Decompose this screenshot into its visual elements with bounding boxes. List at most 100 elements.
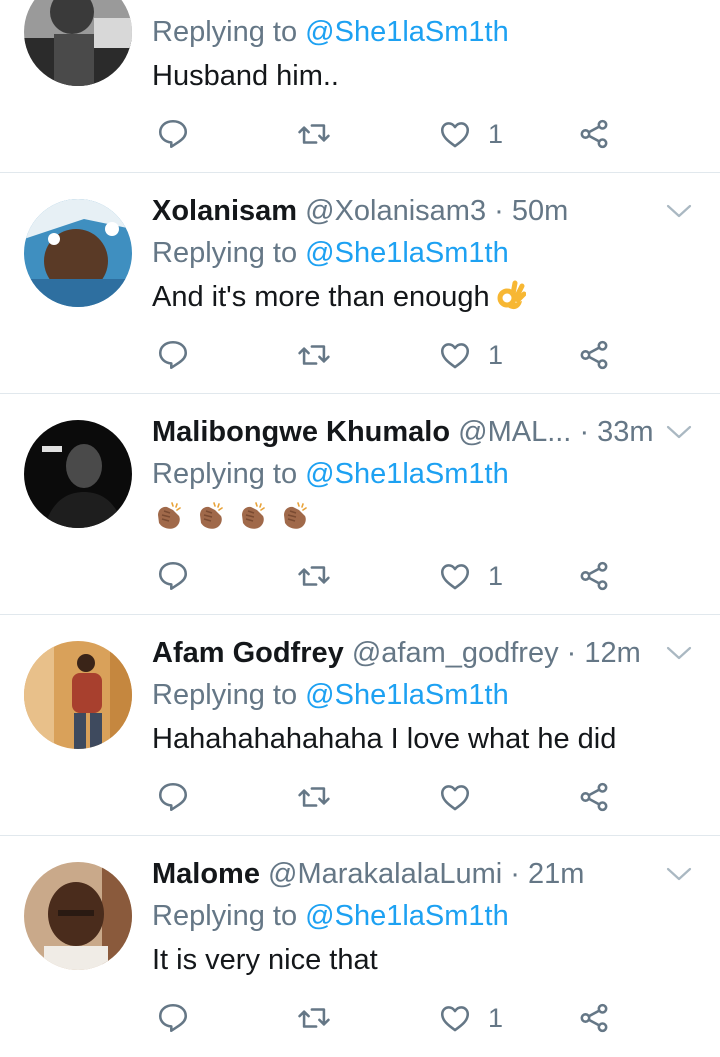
tweet[interactable]: Malome @MarakalalaLumi · 21m Replying to…	[0, 836, 720, 1057]
avatar[interactable]	[24, 199, 132, 307]
retweet-icon	[298, 566, 330, 586]
tweet-actions: 1	[0, 558, 720, 598]
reply-button[interactable]	[156, 337, 190, 373]
mention-link[interactable]: @She1laSm1th	[305, 900, 509, 932]
like-count: 1	[488, 1002, 504, 1033]
display-name[interactable]: Malibongwe Khumalo	[152, 416, 450, 448]
avatar[interactable]	[24, 641, 132, 749]
heart-icon	[440, 122, 470, 148]
like-button[interactable]: 1	[438, 1000, 503, 1036]
mention-link[interactable]: @She1laSm1th	[305, 16, 509, 48]
user-handle[interactable]: @Xolanisam3	[305, 195, 486, 227]
timestamp: 50m	[511, 195, 569, 227]
separator-dot: ·	[566, 637, 577, 669]
tweet-text: Hahahahahahaha I love what he did	[152, 723, 617, 755]
reply-icon	[158, 561, 188, 591]
reply-icon	[158, 119, 188, 149]
like-button[interactable]: 1	[438, 558, 503, 594]
share-icon	[580, 782, 608, 812]
tweet[interactable]: Afam Godfrey @afam_godfrey · 12m Replyin…	[0, 615, 720, 836]
mention-link[interactable]: @She1laSm1th	[305, 458, 509, 490]
chevron-down-icon[interactable]	[666, 866, 692, 882]
avatar[interactable]	[24, 0, 132, 86]
replying-to: Replying to @She1laSm1th	[152, 679, 509, 711]
separator-dot: ·	[510, 858, 520, 890]
share-button[interactable]	[577, 558, 611, 594]
tweet-actions: 1	[0, 1000, 720, 1040]
retweet-button[interactable]	[297, 1000, 331, 1036]
tweet-actions	[0, 779, 720, 819]
reply-button[interactable]	[156, 1000, 190, 1036]
reply-icon	[158, 1003, 188, 1033]
timestamp: 12m	[584, 637, 641, 669]
timestamp: 21m	[527, 858, 585, 890]
share-icon	[580, 1003, 608, 1033]
share-icon	[580, 340, 608, 370]
reply-button[interactable]	[156, 779, 190, 815]
replying-to: Replying to @She1laSm1th	[152, 237, 509, 269]
chevron-down-icon[interactable]	[666, 203, 692, 219]
user-handle[interactable]: @MAL...	[458, 416, 571, 448]
display-name[interactable]: Malome	[152, 858, 260, 890]
separator-dot: ·	[579, 416, 590, 448]
like-count: 1	[488, 118, 504, 149]
share-button[interactable]	[577, 1000, 611, 1036]
heart-icon	[440, 785, 470, 811]
display-name[interactable]: Afam Godfrey	[152, 637, 344, 669]
retweet-button[interactable]	[297, 337, 331, 373]
reply-icon	[158, 782, 188, 812]
tweet-text	[152, 498, 310, 540]
retweet-button[interactable]	[297, 779, 331, 815]
share-button[interactable]	[577, 116, 611, 152]
tweet[interactable]: Xolanisam @Xolanisam3 · 50m Replying to …	[0, 173, 720, 394]
clapping-hands-emoji	[152, 501, 184, 540]
tweet-header: Malome @MarakalalaLumi · 21m	[152, 856, 652, 892]
retweet-button[interactable]	[297, 116, 331, 152]
display-name[interactable]: Xolanisam	[152, 195, 297, 227]
tweet-actions: 1	[0, 337, 720, 377]
mention-link[interactable]: @She1laSm1th	[305, 679, 509, 711]
like-button[interactable]: 1	[438, 337, 503, 373]
like-button[interactable]	[438, 779, 488, 815]
tweet-header: Xolanisam @Xolanisam3 · 50m	[152, 193, 652, 229]
retweet-icon	[298, 1008, 330, 1028]
retweet-icon	[298, 124, 330, 144]
replying-to: Replying to @She1laSm1th	[152, 16, 509, 48]
clapping-hands-emoji	[236, 501, 268, 540]
heart-icon	[440, 564, 470, 590]
share-icon	[580, 561, 608, 591]
user-handle[interactable]: @afam_godfrey	[352, 637, 559, 669]
retweet-button[interactable]	[297, 558, 331, 594]
retweet-icon	[298, 787, 330, 807]
separator-dot: ·	[494, 195, 504, 227]
like-button[interactable]: 1	[438, 116, 503, 152]
like-count: 1	[488, 560, 504, 591]
avatar[interactable]	[24, 862, 132, 970]
avatar[interactable]	[24, 420, 132, 528]
tweet-actions: 1	[0, 116, 720, 156]
replying-to: Replying to @She1laSm1th	[152, 458, 509, 490]
tweet[interactable]: Malibongwe Khumalo @MAL... · 33m Replyin…	[0, 394, 720, 615]
reply-button[interactable]	[156, 558, 190, 594]
clapping-hands-emoji	[194, 501, 226, 540]
timestamp: 33m	[597, 416, 652, 448]
chevron-down-icon[interactable]	[666, 645, 692, 661]
tweet-text: Husband him..	[152, 60, 339, 92]
clapping-hands-emoji	[278, 501, 310, 540]
share-button[interactable]	[577, 337, 611, 373]
chevron-down-icon[interactable]	[666, 424, 692, 440]
tweet[interactable]: Replying to @She1laSm1th Husband him.. 1	[0, 0, 720, 173]
tweet-header: Malibongwe Khumalo @MAL... · 33m	[152, 414, 652, 450]
tweet-text: It is very nice that	[152, 944, 378, 976]
tweet-header: Afam Godfrey @afam_godfrey · 12m	[152, 635, 652, 671]
reply-feed: Replying to @She1laSm1th Husband him.. 1…	[0, 0, 720, 1053]
ok-hand-emoji	[496, 280, 527, 321]
reply-button[interactable]	[156, 116, 190, 152]
share-button[interactable]	[577, 779, 611, 815]
user-handle[interactable]: @MarakalalaLumi	[268, 858, 502, 890]
retweet-icon	[298, 345, 330, 365]
share-icon	[580, 119, 608, 149]
mention-link[interactable]: @She1laSm1th	[305, 237, 509, 269]
heart-icon	[440, 1006, 470, 1032]
replying-to: Replying to @She1laSm1th	[152, 900, 509, 932]
